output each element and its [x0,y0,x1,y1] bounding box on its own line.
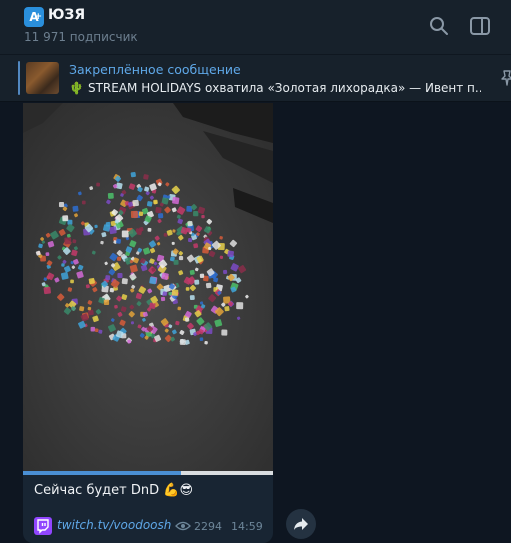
pin-icon[interactable] [498,69,511,87]
pinned-text: 🌵 STREAM HOLIDAYS охватила «Золотая лихор… [69,81,481,95]
twitch-icon [34,517,52,535]
subscriber-count: 11 971 подписчик [24,30,138,44]
pinned-message-bar[interactable]: Закреплённое сообщение 🌵 STREAM HOLIDAYS … [0,55,511,102]
pinned-text-content: STREAM HOLIDAYS охватила «Золотая лихора… [87,81,481,95]
pinned-indicator [18,61,20,95]
video-player[interactable] [23,103,273,471]
pinned-thumbnail [26,62,59,94]
message-time: 14:59 [231,520,263,533]
caption-text: Сейчас будет DnD [34,483,160,498]
cactus-emoji-icon: 🌵 [69,81,84,95]
share-button[interactable] [286,509,316,539]
pinned-title: Закреплённое сообщение [69,62,241,77]
share-arrow-icon [294,518,308,530]
channel-title[interactable]: ЮЗЯ [48,7,85,23]
sidebar-toggle-icon[interactable] [468,14,492,38]
twitch-link[interactable]: twitch.tv/voodoosh [57,518,171,532]
video-frame [23,103,273,471]
video-progress-bar[interactable] [23,471,273,475]
message-bubble: Сейчас будет DnD 💪😎 twitch.tv/voodoosh 2… [23,103,273,543]
message-caption: Сейчас будет DnD 💪😎 [34,483,193,498]
video-progress-fill [23,471,181,475]
caption-emoji: 💪😎 [163,483,194,498]
search-icon[interactable] [427,14,451,38]
channel-avatar-icon[interactable]: A + [24,7,44,27]
message-meta: 2294 14:59 [175,520,263,533]
chat-header: A + ЮЗЯ 11 971 подписчик [0,0,511,55]
view-count: 2294 [194,520,222,533]
views-eye-icon [175,521,191,531]
